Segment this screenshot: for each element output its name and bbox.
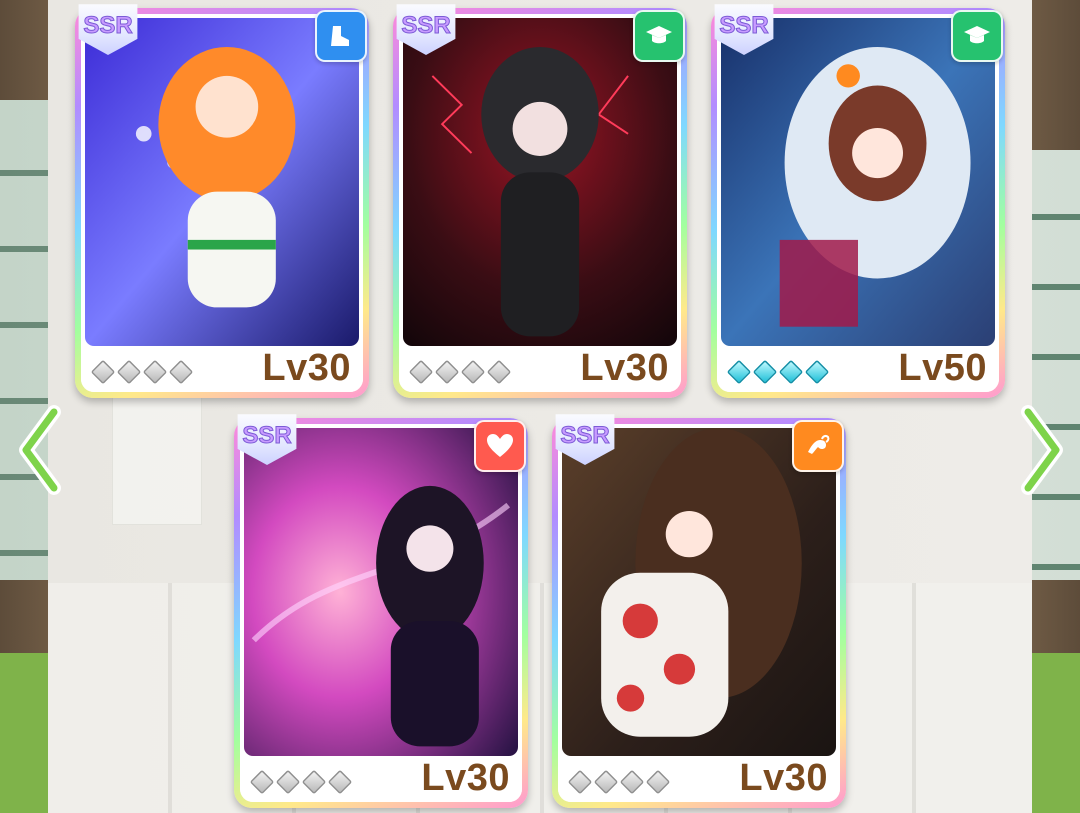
- lockers: [48, 583, 1032, 813]
- gem-empty: [275, 769, 301, 795]
- shoe-icon: [315, 10, 367, 62]
- card-art: [403, 18, 677, 346]
- limit-break-gems: [726, 359, 830, 385]
- gem-filled: [726, 359, 752, 385]
- card-art: [244, 428, 518, 756]
- limit-break-gems: [408, 359, 512, 385]
- support-card-2[interactable]: Lv30 SSR: [393, 4, 687, 398]
- chevron-left-icon: [19, 405, 61, 495]
- graduation-cap-icon: [633, 10, 685, 62]
- rarity-badge: SSR: [73, 0, 143, 60]
- support-card-3[interactable]: Lv50 SSR: [711, 4, 1005, 398]
- left-window: [0, 100, 48, 580]
- gem-empty: [168, 359, 194, 385]
- rarity-badge: SSR: [391, 0, 461, 60]
- heart-icon: [474, 420, 526, 472]
- card-level: Lv30: [262, 347, 351, 389]
- gem-filled: [778, 359, 804, 385]
- gem-empty: [567, 769, 593, 795]
- support-card-1[interactable]: Lv30 SSR: [75, 4, 369, 398]
- gem-empty: [249, 769, 275, 795]
- rarity-label: SSR: [242, 422, 292, 450]
- gem-empty: [460, 359, 486, 385]
- support-card-4[interactable]: Lv30 SSR: [234, 414, 528, 808]
- card-level: Lv30: [739, 757, 828, 799]
- card-level: Lv30: [580, 347, 669, 389]
- gem-empty: [142, 359, 168, 385]
- card-footer: Lv30: [399, 346, 681, 392]
- card-art: [85, 18, 359, 346]
- card-footer: Lv30: [558, 756, 840, 802]
- card-frame: Lv50: [717, 14, 999, 392]
- rarity-badge: SSR: [709, 0, 779, 60]
- floor-left: [0, 653, 48, 813]
- card-footer: Lv50: [717, 346, 999, 392]
- chevron-right-icon: [1021, 405, 1063, 495]
- card-art: [562, 428, 836, 756]
- rarity-badge: SSR: [550, 408, 620, 470]
- next-page-button[interactable]: [1016, 404, 1068, 496]
- rarity-badge: SSR: [232, 408, 302, 470]
- gem-empty: [593, 769, 619, 795]
- gem-empty: [116, 359, 142, 385]
- prev-page-button[interactable]: [14, 404, 66, 496]
- rarity-label: SSR: [719, 12, 769, 40]
- card-footer: Lv30: [81, 346, 363, 392]
- card-footer: Lv30: [240, 756, 522, 802]
- card-frame: Lv30: [240, 424, 522, 802]
- gem-filled: [752, 359, 778, 385]
- gem-empty: [90, 359, 116, 385]
- gem-empty: [408, 359, 434, 385]
- right-window: [1032, 150, 1080, 580]
- card-frame: Lv30: [558, 424, 840, 802]
- rarity-label: SSR: [560, 422, 610, 450]
- limit-break-gems: [90, 359, 194, 385]
- notice-board: [112, 395, 202, 525]
- flexed-arm-icon: [792, 420, 844, 472]
- rarity-label: SSR: [401, 12, 451, 40]
- gem-empty: [486, 359, 512, 385]
- gem-filled: [804, 359, 830, 385]
- gem-empty: [645, 769, 671, 795]
- limit-break-gems: [567, 769, 671, 795]
- card-frame: Lv30: [81, 14, 363, 392]
- support-card-5[interactable]: Lv30 SSR: [552, 414, 846, 808]
- graduation-cap-icon: [951, 10, 1003, 62]
- rarity-label: SSR: [83, 12, 133, 40]
- card-frame: Lv30: [399, 14, 681, 392]
- floor-right: [1032, 653, 1080, 813]
- limit-break-gems: [249, 769, 353, 795]
- gem-empty: [434, 359, 460, 385]
- gem-empty: [619, 769, 645, 795]
- card-art: [721, 18, 995, 346]
- card-level: Lv30: [421, 757, 510, 799]
- card-level: Lv50: [898, 347, 987, 389]
- gem-empty: [327, 769, 353, 795]
- gem-empty: [301, 769, 327, 795]
